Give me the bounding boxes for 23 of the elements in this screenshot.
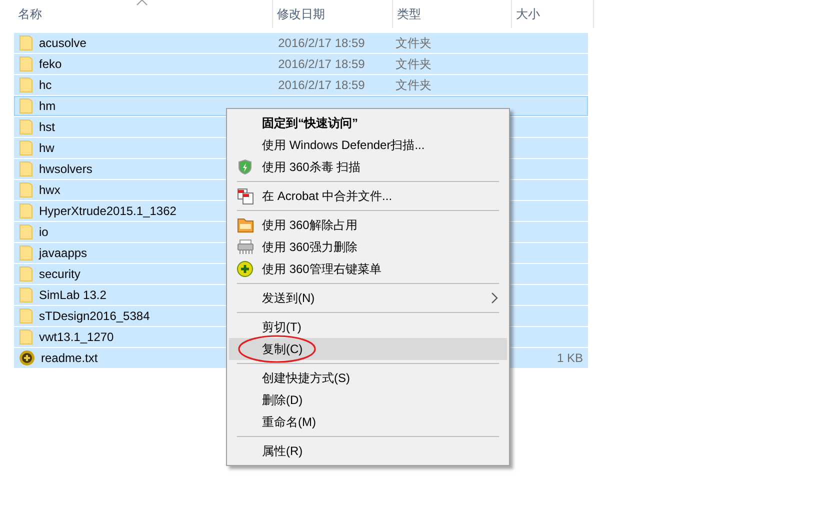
file-name: acusolve — [39, 36, 86, 50]
file-name: feko — [39, 57, 62, 71]
file-name: hst — [39, 120, 56, 134]
file-name: sTDesign2016_5384 — [39, 309, 150, 323]
file-name: readme.txt — [41, 351, 98, 365]
type-cell: 文件夹 — [396, 36, 432, 50]
size-cell: 1 KB — [557, 351, 584, 365]
file-name: hwx — [39, 183, 60, 197]
file-name: javaapps — [39, 246, 88, 260]
date-cell: 2016/2/17 18:59 — [278, 36, 365, 50]
file-name: hm — [39, 99, 56, 113]
file-name: hw — [39, 141, 54, 155]
type-cell: 文件夹 — [396, 78, 432, 92]
file-name: io — [39, 225, 48, 239]
type-cell: 文件夹 — [396, 56, 432, 70]
file-name: hwsolvers — [39, 162, 92, 176]
file-name: HyperXtrude2015.1_1362 — [39, 204, 176, 218]
file-name: SimLab 13.2 — [39, 288, 106, 302]
file-name: hc — [39, 78, 52, 92]
file-name: security — [39, 267, 80, 281]
date-cell: 2016/2/17 18:59 — [278, 57, 365, 71]
file-name: vwt13.1_1270 — [39, 330, 114, 344]
date-cell: 2016/2/17 18:59 — [278, 78, 365, 92]
